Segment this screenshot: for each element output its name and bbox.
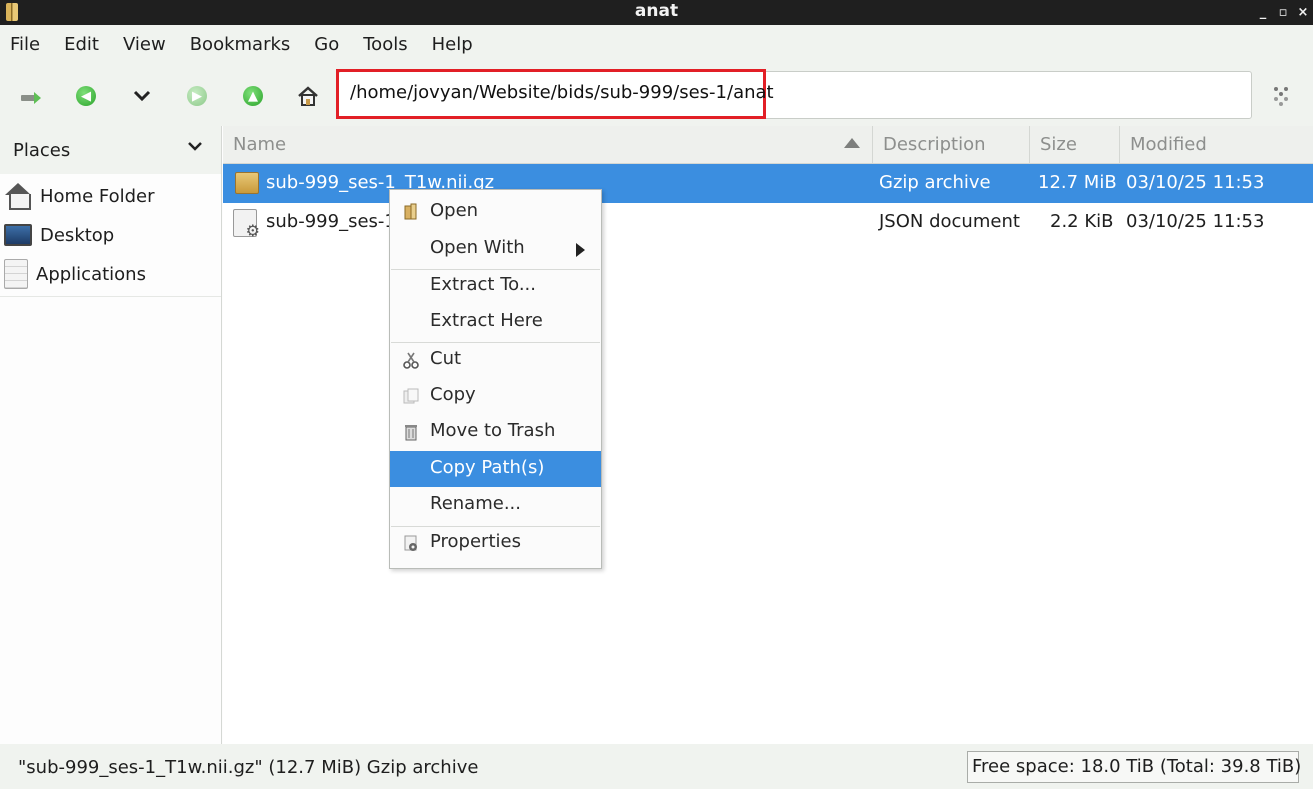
- menu-item-open[interactable]: Open: [390, 194, 601, 230]
- table-row[interactable]: sub-999_ses-1_T1w.nii.gz Gzip archive 12…: [223, 164, 1313, 203]
- file-size: 12.7 MiB: [1038, 172, 1117, 193]
- file-modified: 03/10/25 11:53: [1126, 211, 1265, 232]
- new-tab-button[interactable]: [18, 83, 44, 109]
- menu-item-label: Copy Path(s): [430, 457, 545, 478]
- menu-item-copy[interactable]: Copy: [390, 378, 601, 414]
- new-tab-icon: [21, 92, 41, 104]
- sidebar-item-home-folder[interactable]: Home Folder: [4, 178, 155, 214]
- menu-item-open-with[interactable]: Open With: [390, 231, 601, 267]
- menu-item-label: Extract Here: [430, 310, 543, 331]
- sidebar-divider: [0, 296, 221, 297]
- status-bar: "sub-999_ses-1_T1w.nii.gz" (12.7 MiB) Gz…: [0, 744, 1313, 789]
- menu-view[interactable]: View: [123, 34, 166, 55]
- menu-item-label: Open With: [430, 237, 525, 258]
- chevron-down-icon: [188, 142, 202, 151]
- menu-go[interactable]: Go: [314, 34, 339, 55]
- bookmark-button[interactable]: [1268, 83, 1294, 109]
- menu-bookmarks[interactable]: Bookmarks: [190, 34, 291, 55]
- up-icon: ▲: [243, 86, 263, 106]
- menu-item-rename[interactable]: Rename...: [390, 487, 601, 523]
- menu-item-extract-here[interactable]: Extract Here: [390, 304, 601, 340]
- column-header-size[interactable]: Size: [1030, 126, 1120, 164]
- menu-item-label: Extract To...: [430, 274, 536, 295]
- up-button[interactable]: ▲: [240, 83, 266, 109]
- menu-bar: File Edit View Bookmarks Go Tools Help: [0, 25, 1313, 63]
- menu-item-label: Cut: [430, 348, 462, 369]
- window-controls: _ ▫ ×: [1257, 0, 1309, 25]
- sidebar-item-label: Desktop: [40, 224, 115, 246]
- menu-item-properties[interactable]: Properties: [390, 525, 601, 561]
- history-dropdown[interactable]: [129, 83, 155, 109]
- column-header-description[interactable]: Description: [873, 126, 1030, 164]
- column-header-name[interactable]: Name: [223, 126, 873, 164]
- back-icon: ◀: [76, 86, 96, 106]
- scissors-icon: [403, 352, 419, 369]
- bookmark-icon: [1274, 87, 1288, 106]
- column-header-label: Modified: [1130, 134, 1207, 155]
- copy-icon: [403, 388, 419, 404]
- file-description: JSON document: [879, 211, 1020, 232]
- menu-item-move-to-trash[interactable]: Move to Trash: [390, 414, 601, 450]
- menu-item-label: Rename...: [430, 493, 521, 514]
- desktop-icon: [4, 224, 32, 246]
- home-icon: [298, 86, 318, 106]
- minimize-button[interactable]: _: [1257, 5, 1269, 20]
- sidebar-item-label: Home Folder: [40, 185, 155, 207]
- chevron-down-icon: [133, 90, 151, 102]
- menu-edit[interactable]: Edit: [64, 34, 99, 55]
- sidebar-item-desktop[interactable]: Desktop: [4, 217, 114, 253]
- column-header-label: Description: [883, 134, 986, 155]
- menu-item-label: Open: [430, 200, 479, 221]
- places-sidebar: Places Home Folder Desktop Applications: [0, 126, 222, 744]
- menu-item-label: Copy: [430, 384, 476, 405]
- home-icon: [4, 183, 32, 210]
- file-size: 2.2 KiB: [1050, 211, 1114, 232]
- menu-help[interactable]: Help: [432, 34, 473, 55]
- sidebar-item-label: Applications: [36, 263, 146, 285]
- file-list: Name Description Size Modified sub-999_s…: [223, 126, 1313, 744]
- column-header-label: Size: [1040, 134, 1077, 155]
- forward-button[interactable]: ▶: [184, 83, 210, 109]
- applications-icon: [4, 259, 28, 289]
- menu-item-extract-to[interactable]: Extract To...: [390, 268, 601, 304]
- json-file-icon: [233, 209, 260, 240]
- menu-item-copy-paths[interactable]: Copy Path(s): [390, 451, 601, 487]
- close-button[interactable]: ×: [1297, 5, 1309, 20]
- selection-info: "sub-999_ses-1_T1w.nii.gz" (12.7 MiB) Gz…: [18, 757, 479, 778]
- window-title: anat: [634, 1, 679, 21]
- properties-icon: [404, 535, 417, 551]
- column-header-modified[interactable]: Modified: [1120, 126, 1313, 164]
- places-header[interactable]: Places: [0, 126, 221, 174]
- menu-item-cut[interactable]: Cut: [390, 342, 601, 378]
- menu-item-label: Move to Trash: [430, 420, 556, 441]
- column-header-label: Name: [233, 134, 287, 155]
- maximize-button[interactable]: ▫: [1277, 5, 1289, 20]
- file-description: Gzip archive: [879, 172, 991, 193]
- home-button[interactable]: [295, 83, 321, 109]
- location-path[interactable]: /home/jovyan/Website/bids/sub-999/ses-1/…: [350, 82, 774, 103]
- table-row[interactable]: sub-999_ses-1 JSON document 2.2 KiB 03/1…: [223, 203, 1313, 242]
- archive-icon: [235, 172, 259, 194]
- back-button[interactable]: ◀: [73, 83, 99, 109]
- trash-icon: [405, 425, 417, 441]
- places-label: Places: [13, 139, 71, 161]
- context-menu: Open Open With Extract To... Extract Her…: [389, 189, 602, 569]
- open-icon: [404, 203, 417, 220]
- menu-tools[interactable]: Tools: [363, 34, 407, 55]
- sidebar-item-applications[interactable]: Applications: [4, 256, 146, 292]
- menu-item-label: Properties: [430, 531, 521, 552]
- title-bar: anat _ ▫ ×: [0, 0, 1313, 25]
- file-name: sub-999_ses-1: [266, 211, 396, 232]
- forward-icon: ▶: [187, 86, 207, 106]
- menu-file[interactable]: File: [10, 34, 40, 55]
- free-space-info: Free space: 18.0 TiB (Total: 39.8 TiB): [967, 751, 1301, 783]
- sort-ascending-icon: [844, 138, 860, 148]
- file-modified: 03/10/25 11:53: [1126, 172, 1265, 193]
- submenu-arrow-icon: [576, 243, 585, 257]
